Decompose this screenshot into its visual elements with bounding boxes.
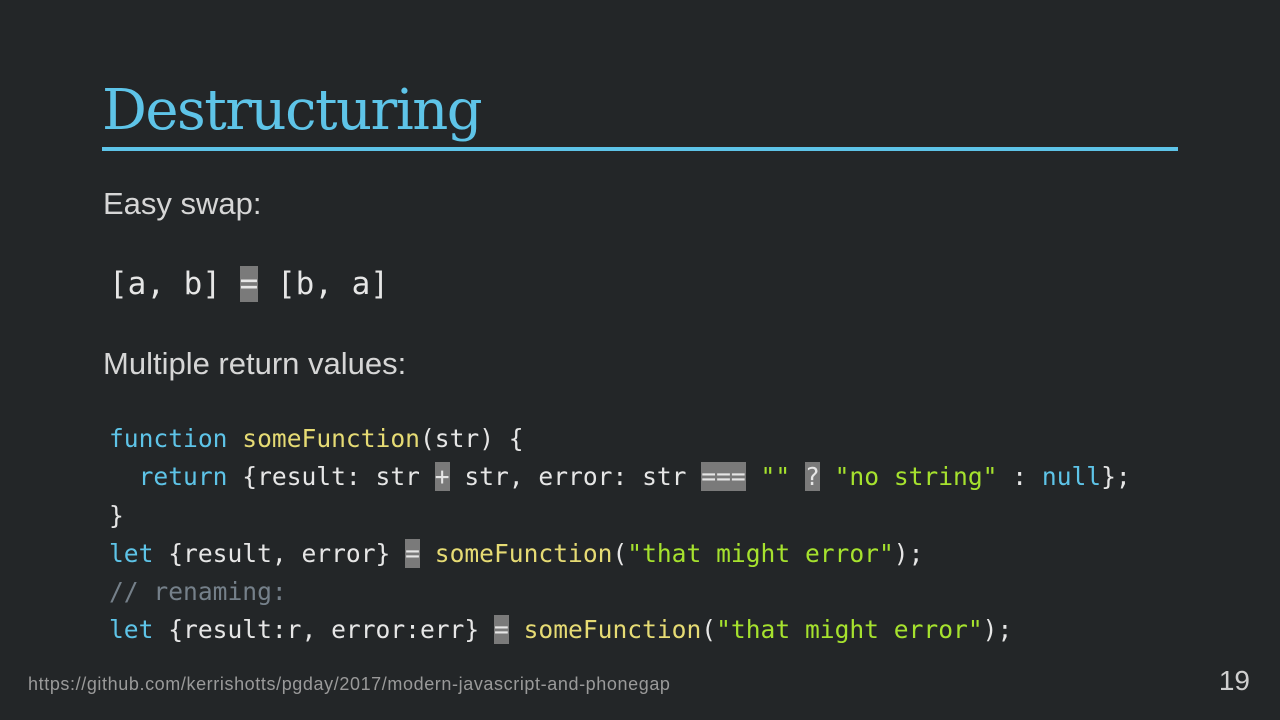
code-line: let {result, error} = someFunction("that…: [109, 535, 1131, 573]
code-string: "that might error": [716, 615, 983, 645]
page-number: 19: [1218, 665, 1250, 696]
code-operator: ?: [804, 462, 820, 492]
code-operator: =: [405, 538, 420, 568]
code-operator: +: [434, 462, 450, 492]
code-token: {result:r, error:err}: [153, 615, 494, 645]
code-operator: =: [239, 266, 259, 302]
code-operator: ===: [701, 462, 746, 492]
code-string: "that might error": [627, 538, 894, 568]
code-comment: // renaming:: [109, 577, 287, 607]
code-token: );: [982, 615, 1013, 645]
code-keyword: return: [138, 462, 228, 492]
code-operator: =: [493, 615, 509, 645]
slide: Destructuring Easy swap: [a, b] = [b, a]…: [0, 0, 1280, 720]
swap-code-block: [a, b] = [b, a]: [109, 264, 389, 304]
footer-url: https://github.com/kerrishotts/pgday/201…: [28, 674, 671, 694]
code-token: [b, a]: [258, 266, 389, 302]
code-line: // renaming:: [109, 573, 1131, 611]
code-keyword: null: [1041, 462, 1102, 492]
code-token: {result: str: [227, 462, 435, 492]
code-token: (: [701, 615, 717, 645]
code-function-name: someFunction: [434, 538, 613, 568]
code-line: function someFunction(str) {: [109, 420, 1131, 458]
code-string: "": [760, 462, 791, 492]
code-token: :: [997, 462, 1042, 492]
return-code-block: function someFunction(str) { return {res…: [109, 420, 1131, 650]
easy-swap-label: Easy swap:: [103, 186, 262, 221]
code-line: let {result:r, error:err} = someFunction…: [109, 611, 1131, 649]
code-line: [a, b] = [b, a]: [109, 264, 389, 304]
multiple-return-label: Multiple return values:: [103, 346, 407, 381]
code-token: (str) {: [419, 424, 524, 453]
code-keyword: let: [109, 538, 154, 568]
code-function-name: someFunction: [523, 615, 702, 645]
code-function-name: someFunction: [242, 424, 420, 453]
code-token: [a, b]: [109, 266, 240, 302]
code-token: str, error: str: [449, 462, 702, 492]
code-token: };: [1101, 462, 1131, 492]
code-line: return {result: str + str, error: str ==…: [109, 458, 1131, 496]
code-line: }: [109, 497, 1131, 535]
code-token: (: [612, 538, 628, 568]
code-token: {result, error}: [153, 538, 406, 568]
code-keyword: let: [109, 615, 154, 645]
title-underline: [102, 147, 1178, 151]
slide-title: Destructuring: [102, 78, 483, 143]
code-token: }: [109, 500, 124, 530]
code-token: );: [893, 538, 924, 568]
code-string: "no string": [834, 462, 998, 492]
code-keyword: function: [109, 424, 228, 453]
